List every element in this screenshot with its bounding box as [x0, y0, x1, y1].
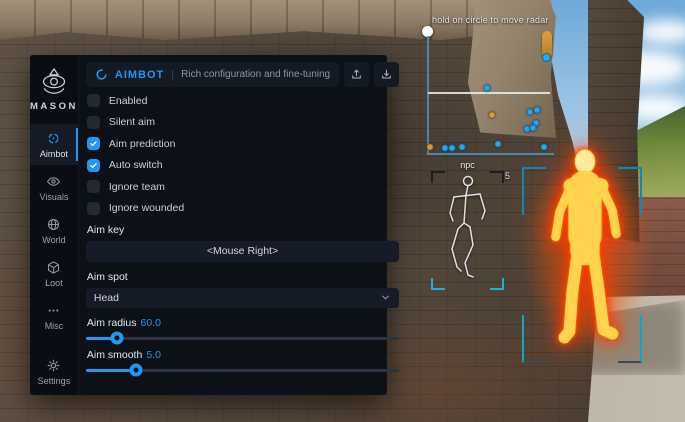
sidebar-item-label: Visuals	[40, 192, 69, 202]
checkbox-label: Ignore team	[109, 181, 165, 193]
checkbox-label: Ignore wounded	[109, 202, 184, 214]
aim-radius-handle[interactable]	[111, 332, 124, 345]
radar-left-line	[427, 36, 429, 154]
nav-icon	[46, 260, 61, 275]
box-corner	[618, 315, 642, 363]
toggle-silent-aim[interactable]: Silent aim	[87, 116, 399, 129]
aim-smooth-fill	[86, 369, 136, 372]
sidebar-item-world[interactable]: World	[30, 210, 78, 251]
sidebar-item-label: Loot	[45, 278, 63, 288]
sidebar-item-visuals[interactable]: Visuals	[30, 167, 78, 208]
radar-hint-text: hold on circle to move radar	[432, 15, 549, 25]
cheat-menu-window: MASON Aimbot Visuals World Loot Misc Set…	[30, 55, 387, 395]
check-icon	[89, 161, 98, 170]
nav-icon	[46, 303, 61, 318]
aim-spot-value: Head	[94, 292, 380, 304]
sidebar-nav: Aimbot Visuals World Loot Misc Settings	[30, 124, 78, 392]
nav-icon	[46, 174, 61, 189]
radar-dot-orange	[489, 112, 496, 119]
sidebar-item-misc[interactable]: Misc	[30, 296, 78, 337]
brand-name: MASON	[30, 101, 78, 112]
radar-bottom-line	[427, 153, 554, 155]
player-esp-box	[522, 167, 642, 363]
box-corner	[522, 167, 546, 215]
page-subtitle: Rich configuration and fine-tuning	[181, 69, 330, 80]
aim-key-label: Aim key	[87, 224, 399, 236]
radar-dot-blue	[484, 85, 491, 92]
aim-smooth-track[interactable]	[86, 369, 399, 372]
radar-dot-blue	[527, 109, 534, 116]
checkbox-label: Auto switch	[109, 159, 163, 171]
checkbox[interactable]	[87, 180, 100, 193]
aim-radius-slider-row: Aim radius60.0	[86, 317, 399, 340]
sidebar-item-label: Aimbot	[40, 149, 68, 159]
sidebar-item-aimbot[interactable]: Aimbot	[30, 124, 78, 165]
aim-spot-select[interactable]: Head	[86, 288, 399, 308]
aim-key-button[interactable]: <Mouse Right>	[86, 241, 399, 262]
box-corner	[618, 167, 642, 215]
checkbox[interactable]	[87, 94, 100, 107]
radar-dot-blue	[534, 107, 541, 114]
mason-eye-icon	[36, 67, 72, 97]
box-corner	[522, 315, 546, 363]
import-config-button[interactable]	[344, 62, 369, 87]
ring-icon	[95, 68, 108, 81]
page-title: AIMBOT	[115, 69, 164, 81]
radar-dot-blue	[530, 125, 537, 132]
aim-smooth-handle[interactable]	[129, 364, 142, 377]
radar-dot-blue	[495, 141, 502, 148]
sidebar-item-loot[interactable]: Loot	[30, 253, 78, 294]
page-header: AIMBOT | Rich configuration and fine-tun…	[86, 62, 399, 87]
export-config-button[interactable]	[374, 62, 399, 87]
upload-icon	[350, 68, 363, 81]
aim-smooth-label: Aim smooth5.0	[87, 349, 399, 361]
aim-smooth-slider-row: Aim smooth5.0	[86, 349, 399, 372]
sidebar-item-label: Settings	[38, 376, 71, 386]
nav-icon	[46, 217, 61, 232]
toggle-ignore-team[interactable]: Ignore team	[87, 180, 399, 193]
checkbox-label: Silent aim	[109, 116, 155, 128]
loot-marker-dot	[542, 53, 551, 62]
nav-icon	[46, 358, 61, 373]
toggle-aim-prediction[interactable]: Aim prediction	[87, 137, 399, 150]
toggle-auto-switch[interactable]: Auto switch	[87, 159, 399, 172]
aim-smooth-value: 5.0	[146, 349, 161, 361]
checkbox[interactable]	[87, 116, 100, 129]
brand-logo: MASON	[30, 63, 78, 124]
nav-icon	[46, 131, 61, 146]
npc-distance-label: 5	[505, 171, 510, 181]
aim-radius-label: Aim radius60.0	[87, 317, 399, 329]
checkbox[interactable]	[87, 202, 100, 215]
chevron-down-icon	[380, 292, 391, 303]
checkbox-label: Aim prediction	[109, 138, 176, 150]
game-screen: npc 5 hold on circle to move radar	[0, 0, 685, 422]
radar-dot-blue	[459, 144, 466, 151]
checkbox-label: Enabled	[109, 95, 148, 107]
npc-skeleton	[430, 171, 504, 291]
npc-esp-label: npc	[431, 160, 504, 170]
download-icon	[380, 68, 393, 81]
radar-dot-blue	[449, 145, 456, 152]
sidebar-item-label: World	[42, 235, 65, 245]
toggle-enabled[interactable]: Enabled	[87, 94, 399, 107]
aimbot-page: AIMBOT | Rich configuration and fine-tun…	[79, 55, 411, 395]
radar-dot-blue	[541, 144, 548, 151]
check-icon	[89, 139, 98, 148]
sidebar-item-label: Misc	[45, 321, 64, 331]
checkbox[interactable]	[87, 159, 100, 172]
sidebar-item-settings[interactable]: Settings	[30, 351, 78, 392]
radar-dot-blue	[442, 145, 449, 152]
radar-horizon-line	[428, 92, 550, 94]
aim-radius-value: 60.0	[140, 317, 160, 329]
radar-dot-orange	[427, 144, 434, 151]
page-title-bar: AIMBOT | Rich configuration and fine-tun…	[86, 62, 339, 87]
toggle-list: Enabled Silent aim Aim prediction Auto s…	[86, 94, 399, 215]
sidebar: MASON Aimbot Visuals World Loot Misc Set…	[30, 55, 79, 395]
checkbox[interactable]	[87, 137, 100, 150]
title-divider: |	[171, 69, 174, 81]
aim-spot-label: Aim spot	[87, 271, 399, 283]
toggle-ignore-wounded[interactable]: Ignore wounded	[87, 202, 399, 215]
aim-radius-track[interactable]	[86, 337, 399, 340]
